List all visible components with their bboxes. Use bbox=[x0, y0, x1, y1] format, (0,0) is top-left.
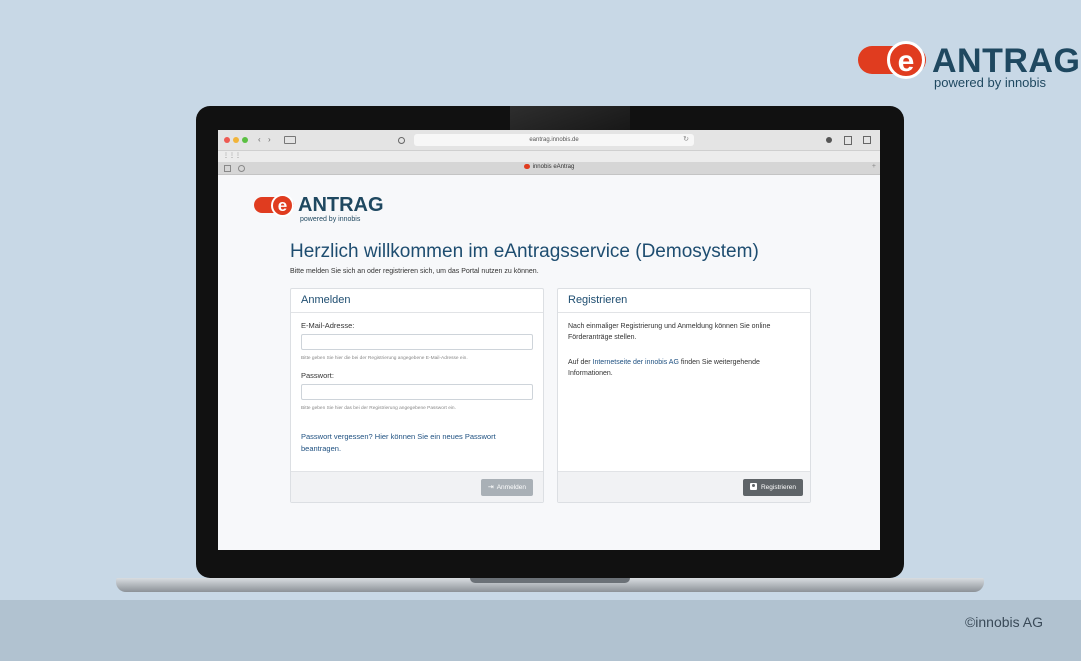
web-page: e ANTRAG powered by innobis Herzlich wil… bbox=[218, 175, 880, 550]
password-help-text: Bitte geben Sie hier das bei der Registr… bbox=[301, 406, 456, 411]
new-tab-icon[interactable]: + bbox=[872, 163, 876, 170]
reload-icon[interactable]: ↻ bbox=[683, 134, 689, 146]
login-card: Anmelden E-Mail-Adresse: Bitte geben Sie… bbox=[290, 288, 544, 503]
laptop-screen: ‹ › eantrag.innobis.de ↻ ⋮⋮⋮ innobis eAn… bbox=[218, 130, 880, 550]
email-help-text: Bitte geben Sie hier die bei der Registr… bbox=[301, 356, 468, 361]
copyright-text: ©innobis AG bbox=[964, 614, 1043, 630]
logo-e-icon: e bbox=[887, 41, 925, 79]
user-card-icon bbox=[749, 483, 757, 490]
tabs-overview-icon[interactable] bbox=[863, 136, 871, 144]
password-label: Passwort: bbox=[301, 371, 334, 380]
register-card-header: Registrieren bbox=[558, 289, 810, 313]
login-button[interactable]: ⇥ Anmelden bbox=[480, 479, 533, 496]
page-logo-e-icon: e bbox=[271, 194, 294, 217]
page-logo-tagline: powered by innobis bbox=[300, 216, 361, 223]
brand-logo: e ANTRAG powered by innobis bbox=[858, 41, 1080, 92]
register-button[interactable]: Registrieren bbox=[742, 479, 803, 496]
login-button-label: Anmelden bbox=[496, 484, 526, 491]
password-field[interactable] bbox=[301, 384, 533, 400]
page-logo[interactable]: e ANTRAG powered by innobis bbox=[254, 194, 384, 228]
tab-title: innobis eAntrag bbox=[532, 164, 575, 171]
laptop-base-notch bbox=[470, 578, 630, 583]
register-text-2-before: Auf der bbox=[568, 359, 593, 366]
tab-strip: innobis eAntrag + bbox=[218, 162, 880, 175]
url-text: eantrag.innobis.de bbox=[529, 137, 579, 143]
favicon-icon bbox=[523, 164, 530, 169]
floor-band bbox=[0, 600, 1081, 661]
register-button-label: Registrieren bbox=[760, 484, 796, 491]
register-card-footer: Registrieren bbox=[558, 471, 810, 502]
window-close-button[interactable] bbox=[224, 137, 230, 143]
email-field[interactable] bbox=[301, 334, 533, 350]
page-logo-wordmark: ANTRAG bbox=[298, 194, 384, 216]
page-title: Herzlich willkommen im eAntragsservice (… bbox=[290, 241, 759, 262]
forward-icon[interactable]: › bbox=[268, 135, 271, 145]
register-text-1: Nach einmaliger Registrierung und Anmeld… bbox=[568, 323, 771, 341]
register-card-title: Registrieren bbox=[568, 294, 628, 306]
login-icon: ⇥ bbox=[487, 484, 494, 491]
logo-tagline: powered by innobis bbox=[934, 75, 1047, 90]
bookmarks-bar: ⋮⋮⋮ bbox=[218, 151, 880, 162]
register-card: Registrieren Nach einmaliger Registrieru… bbox=[557, 288, 811, 503]
login-card-header: Anmelden bbox=[291, 289, 543, 313]
sidebar-icon[interactable] bbox=[284, 136, 296, 144]
login-card-title: Anmelden bbox=[301, 294, 351, 306]
extension-icon[interactable] bbox=[826, 137, 832, 143]
back-icon[interactable]: ‹ bbox=[258, 135, 261, 145]
address-bar[interactable]: eantrag.innobis.de ↻ bbox=[414, 134, 694, 146]
tab-active[interactable]: innobis eAntrag bbox=[218, 164, 880, 170]
forgot-password-link[interactable]: Passwort vergessen? Hier können Sie ein … bbox=[301, 431, 533, 455]
window-zoom-button[interactable] bbox=[242, 137, 248, 143]
email-label: E-Mail-Adresse: bbox=[301, 321, 355, 330]
browser-toolbar: ‹ › eantrag.innobis.de ↻ bbox=[218, 130, 880, 151]
privacy-icon[interactable] bbox=[398, 137, 405, 144]
bookmarks-grid-icon[interactable]: ⋮⋮⋮ bbox=[223, 152, 241, 159]
register-text-2: Auf der Internetseite der innobis AG fin… bbox=[568, 357, 800, 379]
share-icon[interactable] bbox=[844, 136, 852, 145]
login-card-footer: ⇥ Anmelden bbox=[291, 471, 543, 502]
window-minimize-button[interactable] bbox=[233, 137, 239, 143]
page-intro: Bitte melden Sie sich an oder registrier… bbox=[290, 268, 539, 275]
innobis-website-link[interactable]: Internetseite der innobis AG bbox=[593, 359, 679, 366]
